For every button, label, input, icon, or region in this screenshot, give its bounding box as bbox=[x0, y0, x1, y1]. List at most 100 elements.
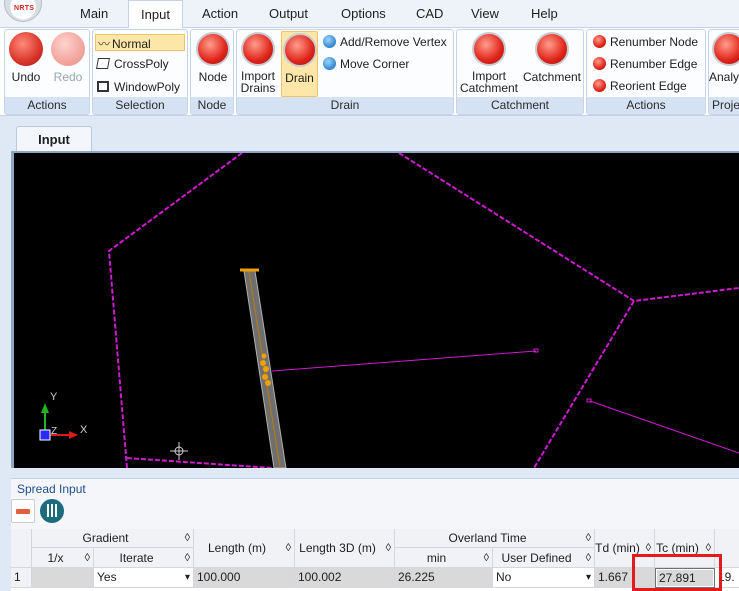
cell-next-partial[interactable]: 19. bbox=[715, 568, 739, 588]
menu-bar: NRTS Main Input Action Output Options CA… bbox=[0, 0, 739, 29]
undo-icon bbox=[9, 32, 43, 66]
menu-action[interactable]: Action bbox=[202, 6, 238, 21]
import-catchment-button[interactable]: Import Catchment bbox=[459, 32, 519, 94]
add-remove-vertex-button[interactable]: Add/Remove Vertex bbox=[323, 35, 447, 49]
redo-button[interactable]: Redo bbox=[49, 32, 87, 84]
ribbon-group-selection-label: Selection bbox=[93, 97, 187, 114]
tab-input[interactable]: Input bbox=[16, 126, 92, 153]
renumber-edge-button[interactable]: Renumber Edge bbox=[593, 57, 697, 71]
renumber-node-icon bbox=[593, 35, 606, 48]
move-corner-button[interactable]: Move Corner bbox=[323, 57, 409, 71]
column-chooser-button[interactable] bbox=[40, 499, 64, 523]
undo-label: Undo bbox=[11, 70, 41, 84]
header-gradient-label: Gradient bbox=[82, 531, 129, 545]
cell-length3d[interactable]: 100.002 bbox=[295, 568, 395, 588]
app-logo-text: NRTS bbox=[14, 5, 35, 12]
cell-one-over-x[interactable] bbox=[32, 568, 94, 588]
menu-main[interactable]: Main bbox=[80, 6, 108, 21]
selection-windowpoly-button[interactable]: WindowPoly bbox=[97, 80, 180, 94]
cell-tc[interactable]: 27.891 bbox=[655, 568, 715, 588]
cell-user-defined-dropdown[interactable]: No ▾ bbox=[493, 568, 595, 588]
import-drains-icon bbox=[241, 32, 275, 66]
cell-iterate-dropdown[interactable]: Yes ▾ bbox=[94, 568, 194, 588]
header-gradient[interactable]: Gradient ◊ bbox=[32, 529, 194, 548]
ribbon-group-catchment: Import Catchment Catchment Catchment bbox=[456, 29, 584, 115]
reorient-edge-button[interactable]: Reorient Edge bbox=[593, 79, 687, 93]
subcatchment-line-2[interactable] bbox=[589, 400, 739, 454]
ribbon-group-renumber: Renumber Node Renumber Edge Reorient Edg… bbox=[586, 29, 706, 115]
subcatchment-node-1[interactable] bbox=[533, 348, 539, 353]
header-overland-min[interactable]: min ◊ bbox=[395, 548, 493, 568]
header-td[interactable]: Td (min) ◊ bbox=[595, 529, 655, 568]
cad-canvas[interactable]: Y X Z bbox=[11, 151, 739, 468]
user-defined-dropdown-arrow-icon[interactable]: ▾ bbox=[586, 568, 591, 587]
menu-input[interactable]: Input bbox=[128, 0, 183, 29]
remove-row-button[interactable] bbox=[11, 499, 35, 523]
import-drains-button[interactable]: Import Drains bbox=[239, 32, 277, 94]
drain-icon bbox=[282, 33, 317, 67]
app-logo[interactable]: NRTS bbox=[4, 0, 42, 22]
header-length[interactable]: Length (m) ◊ bbox=[194, 529, 295, 568]
drain-button[interactable]: Drain bbox=[281, 31, 318, 97]
cad-drawing[interactable]: Y X Z bbox=[14, 153, 739, 468]
cell-overland-min[interactable]: 26.225 bbox=[395, 568, 493, 588]
analysis-icon bbox=[712, 32, 739, 66]
axis-y-label: Y bbox=[50, 391, 58, 403]
selection-normal-button[interactable]: 〰 Normal bbox=[95, 34, 185, 51]
cell-td[interactable]: 1.667 bbox=[595, 568, 655, 588]
drain-node-4[interactable] bbox=[262, 374, 268, 380]
ribbon-group-node: Node Node bbox=[190, 29, 234, 115]
menu-cad[interactable]: CAD bbox=[416, 6, 443, 21]
catchment-boundary-left[interactable] bbox=[107, 153, 243, 468]
import-drains-label-2: Drains bbox=[240, 81, 276, 95]
catchment-button[interactable]: Catchment bbox=[521, 32, 583, 84]
subcatchment-node-2[interactable] bbox=[586, 398, 592, 403]
node-button[interactable]: Node bbox=[194, 32, 232, 84]
catchment-label: Catchment bbox=[522, 70, 582, 84]
catchment-boundary-right[interactable] bbox=[533, 300, 635, 468]
sort-user-defined-icon: ◊ bbox=[585, 551, 591, 564]
document-tabstrip: Input bbox=[0, 116, 739, 153]
analysis-button-partial[interactable]: Analy bbox=[709, 32, 739, 84]
catchment-icon bbox=[535, 32, 569, 66]
header-user-defined[interactable]: User Defined ◊ bbox=[493, 548, 595, 568]
header-overland-time[interactable]: Overland Time ◊ bbox=[395, 529, 595, 548]
menu-output[interactable]: Output bbox=[269, 6, 308, 21]
analysis-label-partial: Analy bbox=[709, 70, 739, 84]
row-index-cell[interactable]: 1 bbox=[11, 568, 32, 588]
subcatchment-line-1[interactable] bbox=[271, 350, 537, 372]
spread-input-panel: Spread Input Gradient ◊ 1/x ◊ Iterate ◊ Len… bbox=[11, 478, 739, 591]
columns-icon-bar bbox=[55, 504, 57, 517]
renumber-node-button[interactable]: Renumber Node bbox=[593, 35, 698, 49]
drain-node-1[interactable] bbox=[261, 353, 267, 359]
add-remove-vertex-label: Add/Remove Vertex bbox=[340, 35, 447, 49]
add-remove-vertex-icon bbox=[323, 35, 336, 48]
header-iterate[interactable]: Iterate ◊ bbox=[94, 548, 194, 568]
header-tc[interactable]: Tc (min) ◊ bbox=[655, 529, 715, 568]
iterate-dropdown-arrow-icon[interactable]: ▾ bbox=[185, 568, 190, 587]
header-length3d[interactable]: Length 3D (m) ◊ bbox=[295, 529, 395, 568]
sort-overland-icon: ◊ bbox=[585, 532, 591, 544]
catchment-boundary-bottom[interactable] bbox=[126, 457, 273, 468]
header-td-label: Td (min) bbox=[595, 541, 640, 555]
selection-crosspoly-label: CrossPoly bbox=[114, 57, 169, 71]
import-catchment-icon bbox=[472, 32, 506, 66]
cell-length[interactable]: 100.000 bbox=[194, 568, 295, 588]
move-corner-icon bbox=[323, 57, 336, 70]
selection-normal-label: Normal bbox=[112, 37, 151, 51]
header-length-label: Length (m) bbox=[207, 541, 267, 555]
menu-view[interactable]: View bbox=[471, 6, 499, 21]
row-header-corner bbox=[11, 529, 32, 568]
menu-help[interactable]: Help bbox=[531, 6, 558, 21]
ribbon: Undo Redo Actions 〰 Normal CrossPoly Wind… bbox=[0, 28, 739, 116]
drain-node-3[interactable] bbox=[263, 366, 269, 372]
header-iterate-label: Iterate bbox=[119, 550, 154, 565]
selection-crosspoly-button[interactable]: CrossPoly bbox=[96, 57, 169, 71]
menu-options[interactable]: Options bbox=[341, 6, 386, 21]
ribbon-group-drain-label: Drain bbox=[237, 97, 453, 114]
undo-button[interactable]: Undo bbox=[7, 32, 45, 84]
drain-node-2[interactable] bbox=[260, 360, 266, 366]
drain-node-5[interactable] bbox=[265, 380, 271, 386]
catchment-boundary-top[interactable] bbox=[398, 153, 739, 303]
header-one-over-x[interactable]: 1/x ◊ bbox=[32, 548, 94, 568]
